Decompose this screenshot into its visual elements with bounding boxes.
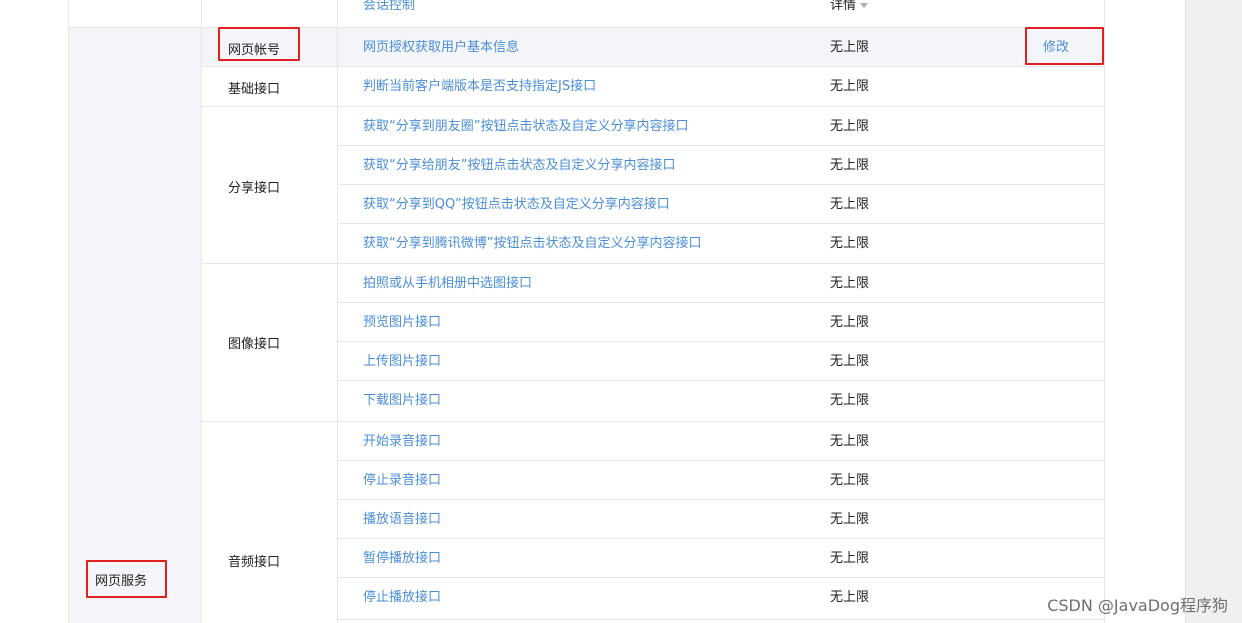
group-cell-web-account: 网页帐号 — [202, 28, 338, 67]
table-row: 上传图片接口 无上限 — [338, 342, 1105, 381]
interface-name-link[interactable]: 下载图片接口 — [363, 381, 441, 420]
table-row: 开始录音接口 无上限 — [338, 422, 1105, 461]
table-row: 拍照或从手机相册中选图接口 无上限 — [338, 264, 1105, 303]
interface-name-link[interactable]: 播放语音接口 — [363, 500, 441, 539]
interface-name-link[interactable]: 获取“分享给朋友”按钮点击状态及自定义分享内容接口 — [363, 146, 675, 185]
group-label: 图像接口 — [228, 337, 281, 352]
api-permission-table: 会话控制 详情 网页服务 网页帐号 基础接口 分享接口 图像接口 音频接口 网页… — [68, 0, 1105, 623]
group-label: 网页帐号 — [228, 43, 281, 58]
interface-name-link[interactable]: 拍照或从手机相册中选图接口 — [363, 264, 532, 303]
limit-value: 无上限 — [830, 119, 870, 134]
modify-link[interactable]: 修改 — [1043, 28, 1069, 67]
interface-name-link[interactable]: 预览图片接口 — [363, 303, 441, 342]
limit-value: 无上限 — [830, 434, 870, 449]
top-group-cell — [202, 0, 338, 28]
table-row: 停止录音接口 无上限 — [338, 461, 1105, 500]
group-cell-share: 分享接口 — [202, 107, 338, 264]
table-left-border — [68, 0, 69, 623]
table-row: 网页授权获取用户基本信息 无上限 修改 — [338, 28, 1105, 67]
limit-value: 无上限 — [830, 512, 870, 527]
table-row: 暂停播放接口 无上限 — [338, 539, 1105, 578]
limit-value: 无上限 — [830, 197, 870, 212]
interface-name-link[interactable]: 停止播放接口 — [363, 578, 441, 617]
table-row: 获取“分享到朋友圈”按钮点击状态及自定义分享内容接口 无上限 — [338, 107, 1105, 146]
interface-name-link[interactable]: 暂停播放接口 — [363, 539, 441, 578]
group-cell-basic: 基础接口 — [202, 67, 338, 107]
limit-value: 无上限 — [830, 473, 870, 488]
table-row: 下载图片接口 无上限 — [338, 381, 1105, 422]
limit-value: 无上限 — [830, 158, 870, 173]
limit-value: 无上限 — [830, 315, 870, 330]
right-gutter-border — [1185, 0, 1186, 623]
table-row: 获取“分享给朋友”按钮点击状态及自定义分享内容接口 无上限 — [338, 146, 1105, 185]
csdn-watermark: CSDN @JavaDog程序狗 — [1047, 596, 1228, 615]
table-right-border — [1104, 0, 1105, 623]
table-row: 获取“分享到腾讯微博”按钮点击状态及自定义分享内容接口 无上限 — [338, 224, 1105, 264]
table-row: 停止播放接口 无上限 — [338, 578, 1105, 620]
category-cell-web-service: 网页服务 — [68, 28, 202, 623]
limit-value: 无上限 — [830, 79, 870, 94]
category-label: 网页服务 — [95, 574, 148, 589]
interface-name-link[interactable]: 获取“分享到QQ”按钮点击状态及自定义分享内容接口 — [363, 185, 670, 224]
limit-value: 无上限 — [830, 393, 870, 408]
table-row: 预览图片接口 无上限 — [338, 303, 1105, 342]
caret-down-icon — [860, 3, 869, 8]
interface-name-link[interactable]: 上传图片接口 — [363, 342, 441, 381]
group-label: 音频接口 — [228, 555, 281, 570]
limit-value: 无上限 — [830, 354, 870, 369]
table-row: 判断当前客户端版本是否支持指定JS接口 无上限 — [338, 67, 1105, 107]
group-label: 分享接口 — [228, 181, 281, 196]
group-cell-image: 图像接口 — [202, 264, 338, 422]
limit-value: 无上限 — [830, 40, 870, 55]
detail-header[interactable]: 详情 — [830, 0, 869, 14]
interface-name-link[interactable]: 判断当前客户端版本是否支持指定JS接口 — [363, 67, 596, 106]
interface-name-link[interactable]: 开始录音接口 — [363, 422, 441, 461]
group-label: 基础接口 — [228, 82, 281, 97]
interface-name-link[interactable]: 停止录音接口 — [363, 461, 441, 500]
top-category-cell — [68, 0, 202, 28]
limit-value: 无上限 — [830, 236, 870, 251]
interface-name-link[interactable]: 会话控制 — [363, 0, 415, 14]
table-row: 播放语音接口 无上限 — [338, 500, 1105, 539]
group-cell-audio: 音频接口 — [202, 422, 338, 623]
table-row: 获取“分享到QQ”按钮点击状态及自定义分享内容接口 无上限 — [338, 185, 1105, 224]
limit-value: 无上限 — [830, 276, 870, 291]
limit-value: 无上限 — [830, 590, 870, 605]
limit-value: 无上限 — [830, 551, 870, 566]
interface-name-link[interactable]: 网页授权获取用户基本信息 — [363, 28, 519, 67]
interface-name-link[interactable]: 获取“分享到腾讯微博”按钮点击状态及自定义分享内容接口 — [363, 224, 701, 263]
detail-label: 详情 — [830, 0, 857, 13]
table-row-partial: 会话控制 详情 — [338, 0, 1105, 28]
right-scroll-gutter — [1186, 0, 1242, 623]
interface-name-link[interactable]: 获取“分享到朋友圈”按钮点击状态及自定义分享内容接口 — [363, 107, 688, 146]
